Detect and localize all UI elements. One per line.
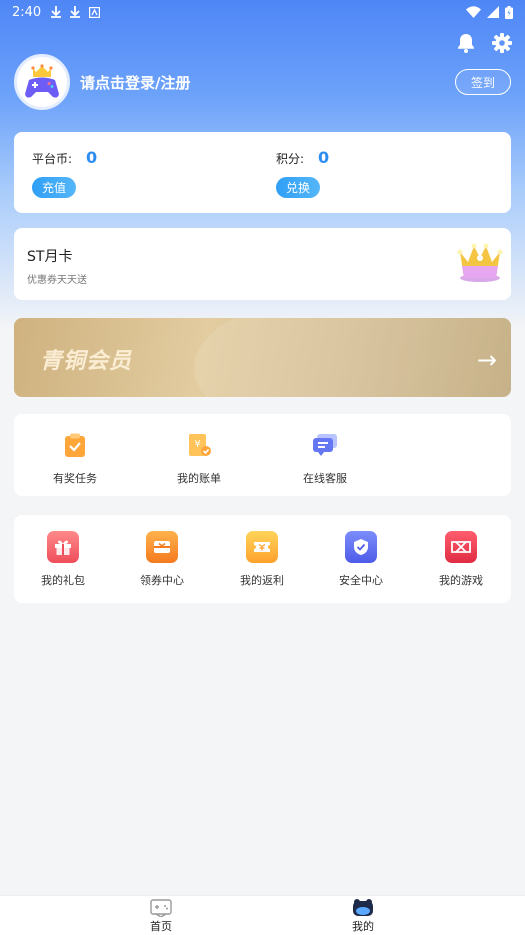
points-value: 0 (318, 148, 330, 167)
status-time: 2:40 (12, 4, 42, 20)
service-grid: 有奖任务 ¥ 我的账单 在线客服 (14, 414, 511, 496)
exchange-button[interactable]: 兑换 (276, 177, 320, 198)
bronze-member-banner[interactable]: 青铜会员 → (14, 318, 511, 397)
feature-item-games[interactable]: 我的游戏 (416, 531, 506, 588)
tab-home[interactable]: 首页 (131, 899, 191, 934)
st-card-title: ST月卡 (27, 249, 73, 265)
platform-coin-value: 0 (86, 148, 98, 167)
service-label: 有奖任务 (53, 472, 97, 485)
avatar[interactable] (14, 54, 70, 110)
service-label: 在线客服 (303, 472, 347, 485)
bell-icon[interactable] (455, 32, 477, 54)
chat-icon (309, 429, 341, 461)
bill-icon: ¥ (183, 429, 215, 461)
feature-label: 领券中心 (140, 574, 184, 587)
coupon-center-icon (146, 531, 178, 563)
tab-label: 首页 (150, 920, 172, 933)
bottom-tab-bar: 首页 我的 (0, 895, 525, 935)
feature-label: 安全中心 (339, 574, 383, 587)
service-item-support[interactable]: 在线客服 (280, 429, 370, 486)
download-icon (51, 6, 62, 18)
wallet-card: 平台币: 0 充值 积分: 0 兑换 (14, 132, 511, 213)
feature-label: 我的游戏 (439, 574, 483, 587)
feature-label: 我的礼包 (41, 574, 85, 587)
banner-decoration (194, 318, 511, 397)
feature-item-rebate[interactable]: 我的返利 (217, 531, 307, 588)
login-register-link[interactable]: 请点击登录/注册 (80, 72, 190, 93)
service-item-task[interactable]: 有奖任务 (30, 429, 120, 486)
tab-label: 我的 (352, 920, 374, 933)
status-bar: 2:40 (0, 0, 525, 24)
st-card-subtitle: 优惠券天天送 (27, 275, 87, 286)
profile-icon (353, 899, 373, 916)
profile-login[interactable]: 请点击登录/注册 (14, 54, 190, 110)
points-label: 积分: (276, 152, 305, 166)
service-label: 我的账单 (177, 472, 221, 485)
feature-grid: 我的礼包 领券中心 我的返利 安全中心 我的游戏 (14, 515, 511, 603)
signin-button[interactable]: 签到 (455, 69, 511, 95)
settings-gear-icon[interactable] (491, 32, 513, 54)
feature-item-security[interactable]: 安全中心 (316, 531, 406, 588)
recharge-button[interactable]: 充值 (32, 177, 76, 198)
svg-text:¥: ¥ (194, 439, 200, 450)
gamepad-avatar-icon (25, 64, 59, 98)
feature-item-gift[interactable]: 我的礼包 (18, 531, 108, 588)
service-item-bill[interactable]: ¥ 我的账单 (154, 429, 244, 486)
task-icon (59, 429, 91, 461)
gift-icon (47, 531, 79, 563)
signal-icon (487, 6, 499, 18)
battery-icon (505, 5, 513, 19)
gamepad-icon (445, 531, 477, 563)
rebate-icon (246, 531, 278, 563)
download-icon (70, 6, 81, 18)
shield-icon (345, 531, 377, 563)
app-notification-icon (89, 6, 101, 18)
feature-item-coupon[interactable]: 领券中心 (117, 531, 207, 588)
crown-icon (457, 243, 503, 282)
arrow-right-icon: → (476, 346, 497, 374)
wifi-icon (466, 6, 481, 18)
platform-coin-label: 平台币: (32, 152, 73, 166)
home-gamepad-icon (150, 899, 172, 917)
member-level-title: 青铜会员 (40, 349, 133, 374)
st-month-card[interactable]: ST月卡 优惠券天天送 (14, 228, 511, 300)
tab-mine[interactable]: 我的 (333, 899, 393, 934)
feature-label: 我的返利 (240, 574, 284, 587)
